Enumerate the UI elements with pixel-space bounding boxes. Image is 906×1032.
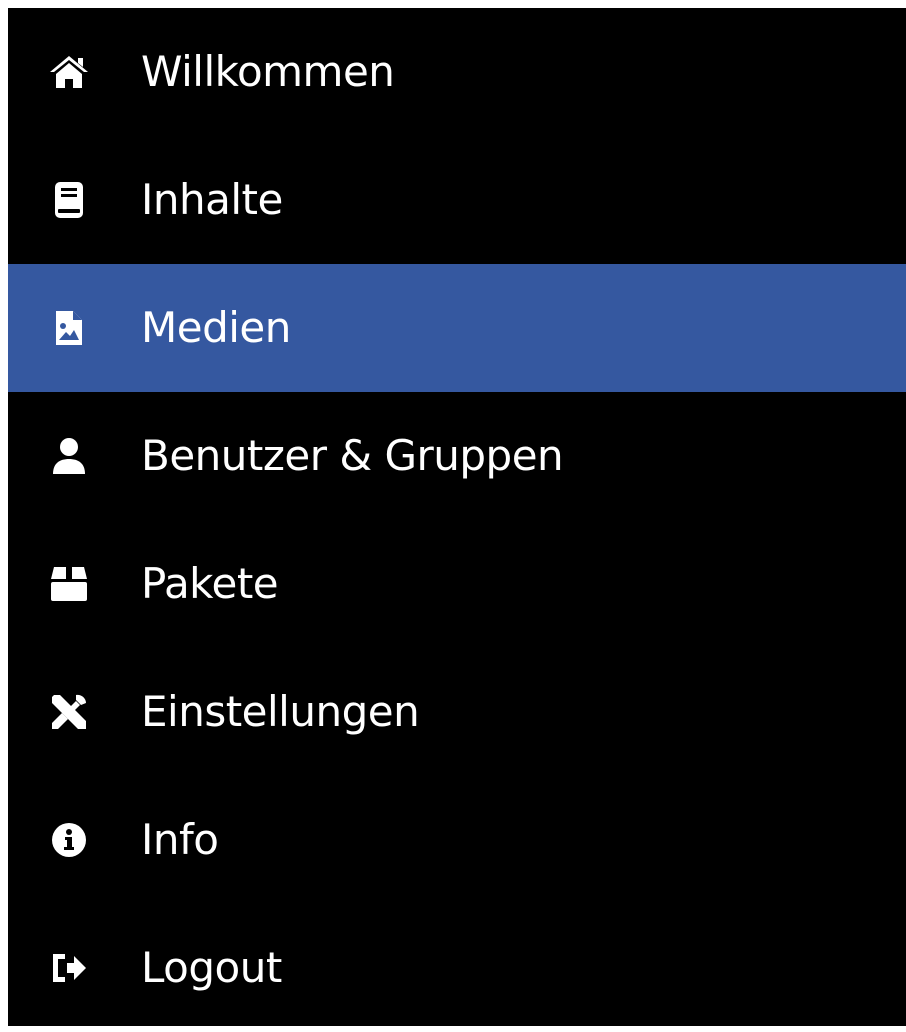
file-image-icon [48, 307, 90, 349]
sidebar-item-medien[interactable]: Medien [8, 264, 906, 392]
sidebar-item-label: Pakete [141, 559, 279, 608]
info-circle-icon [48, 819, 90, 861]
logout-icon [48, 947, 90, 989]
sidebar-item-pakete[interactable]: Pakete [8, 520, 906, 648]
sidebar-item-label: Logout [141, 943, 282, 992]
sidebar-item-willkommen[interactable]: Willkommen [8, 8, 906, 136]
sidebar-item-einstellungen[interactable]: Einstellungen [8, 648, 906, 776]
sidebar-item-label: Willkommen [141, 47, 395, 96]
package-icon [48, 563, 90, 605]
sidebar-item-logout[interactable]: Logout [8, 904, 906, 1032]
home-icon [48, 51, 90, 93]
sidebar-item-info[interactable]: Info [8, 776, 906, 904]
sidebar-item-inhalte[interactable]: Inhalte [8, 136, 906, 264]
sidebar-nav: Willkommen Inhalte Medien Benutzer & Gru… [8, 8, 906, 1026]
sidebar-item-label: Medien [141, 303, 291, 352]
user-icon [48, 435, 90, 477]
sidebar-item-label: Inhalte [141, 175, 283, 224]
book-icon [48, 179, 90, 221]
sidebar-item-benutzer-gruppen[interactable]: Benutzer & Gruppen [8, 392, 906, 520]
tools-icon [48, 691, 90, 733]
sidebar-item-label: Info [141, 815, 219, 864]
sidebar-item-label: Einstellungen [141, 687, 420, 736]
sidebar-item-label: Benutzer & Gruppen [141, 431, 564, 480]
